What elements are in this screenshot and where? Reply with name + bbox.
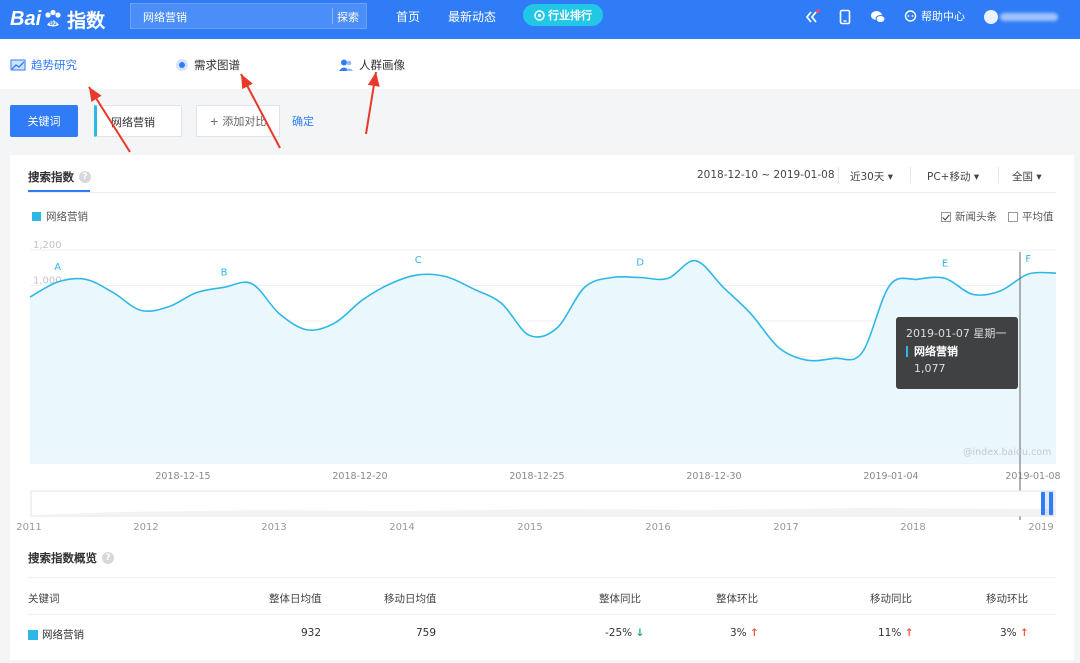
annotation-marker: D	[636, 258, 644, 269]
overview-year-label: 2017	[773, 522, 798, 533]
help-icon[interactable]: ?	[102, 552, 114, 564]
header-overall-mom: 整体环比	[716, 593, 758, 605]
cell-overall-avg: 932	[301, 627, 322, 639]
cell-mobile-avg: 759	[416, 627, 437, 639]
cell-overall-mom: 3% ↑	[730, 627, 759, 639]
overview-year-label: 2013	[261, 522, 286, 533]
table-row-keyword: 网络营销	[28, 627, 84, 642]
tooltip-value: 1,077	[914, 362, 946, 375]
divider	[28, 577, 1056, 578]
red-arrow-head	[367, 72, 380, 87]
annotation-marker: A	[54, 262, 61, 273]
cell-mobile-mom: 3% ↑	[1000, 627, 1029, 639]
cell-value: -25%	[605, 627, 633, 639]
chart-tooltip: 2019-01-07 星期一 网络营销 1,077	[896, 317, 1018, 389]
annotation-marker: C	[415, 255, 422, 266]
divider	[28, 614, 1056, 615]
overview-year-label: 2016	[645, 522, 670, 533]
watermark: @index.baidu.com	[963, 447, 1052, 458]
x-tick-label: 2018-12-30	[686, 471, 741, 482]
cell-value: 11%	[878, 627, 902, 639]
arrow-up-icon: ↑	[1020, 627, 1029, 639]
x-tick-label: 2018-12-20	[332, 471, 387, 482]
x-tick-label: 2019-01-08	[1005, 471, 1060, 482]
overview-year-label: 2019	[1028, 522, 1053, 533]
overview-year-label: 2011	[16, 522, 41, 533]
tooltip-date: 2019-01-07 星期一	[906, 327, 1007, 340]
overview-title-text: 搜索指数概览	[28, 551, 97, 565]
header-overall-avg: 整体日均值	[269, 593, 322, 605]
arrow-up-icon: ↑	[904, 627, 914, 639]
cell-keyword: 网络营销	[42, 629, 84, 641]
overview-year-label: 2015	[517, 522, 542, 533]
red-arrow-head	[89, 87, 102, 103]
header-mobile-avg: 移动日均值	[384, 593, 437, 605]
header-mobile-mom: 移动环比	[986, 593, 1028, 605]
overview-year-label: 2014	[389, 522, 414, 533]
cell-overall-yoy: -25% ↓	[605, 627, 644, 639]
annotation-marker: F	[1025, 254, 1031, 265]
header-mobile-yoy: 移动同比	[870, 593, 912, 605]
header-overall-yoy: 整体同比	[599, 593, 641, 605]
annotation-marker: B	[221, 267, 228, 278]
overview-year-label: 2018	[900, 522, 925, 533]
cell-value: 3%	[730, 627, 747, 639]
arrow-up-icon: ↑	[750, 627, 759, 639]
annotation-marker: E	[942, 258, 948, 269]
x-tick-label: 2019-01-04	[863, 471, 918, 482]
overview-handle-right	[1049, 492, 1053, 515]
keyword-swatch	[28, 629, 38, 640]
overview-title: 搜索指数概览 ?	[28, 550, 114, 566]
x-tick-label: 2018-12-15	[155, 471, 210, 482]
cell-mobile-yoy: 11% ↑	[878, 627, 914, 639]
header-keyword: 关键词	[28, 593, 60, 605]
overview-handle-left	[1041, 492, 1045, 515]
y-tick-label: 1,200	[33, 240, 62, 251]
cell-value: 3%	[1000, 627, 1017, 639]
overview-year-label: 2012	[133, 522, 158, 533]
tooltip-series-name: 网络营销	[906, 346, 1008, 357]
x-tick-label: 2018-12-25	[509, 471, 564, 482]
arrow-down-icon: ↓	[635, 627, 645, 639]
